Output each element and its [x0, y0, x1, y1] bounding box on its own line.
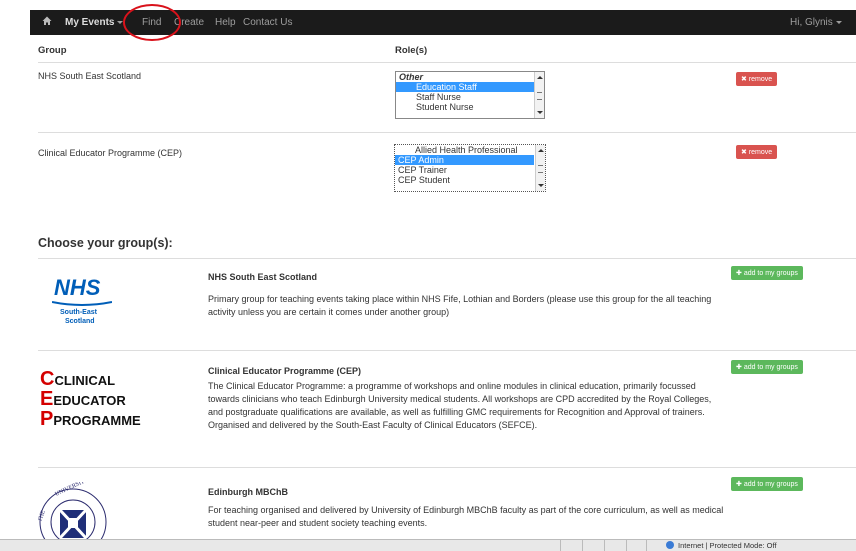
group-description: For teaching organised and delivered by … [208, 505, 724, 528]
globe-icon [666, 541, 674, 549]
svg-text:THE: THE [38, 509, 47, 522]
group-title: NHS South East Scotland [208, 272, 318, 282]
remove-button[interactable]: ✖ remove [736, 72, 778, 86]
group-description: The Clinical Educator Programme: a progr… [208, 381, 712, 430]
remove-label: remove [748, 149, 773, 156]
role-option[interactable]: Student Nurse [396, 102, 544, 112]
my-events-label: My Events [65, 17, 115, 28]
add-to-groups-button[interactable]: ✚ add to my groups [731, 477, 803, 491]
my-events-menu[interactable]: My Events [65, 17, 124, 28]
roles-select[interactable]: Other Education Staff Staff Nurse Studen… [395, 71, 545, 119]
divider [38, 258, 856, 259]
my-group-name: Clinical Educator Programme (CEP) [38, 148, 183, 158]
cep-logo-line2: EEDUCATOR [40, 388, 126, 410]
cep-logo: CCLINICAL EEDUCATOR PPROGRAMME [40, 368, 180, 435]
role-option-group: Other [399, 72, 424, 82]
divider [38, 350, 856, 351]
status-text: Internet | Protected Mode: Off [678, 541, 777, 550]
nhs-logo-sub1: South-East [60, 309, 97, 316]
divider [38, 62, 856, 63]
annotation-circle [123, 4, 181, 41]
roles-select[interactable]: Allied Health Professional CEP Admin CEP… [394, 144, 546, 192]
nhs-logo: NHS South-East Scotland [38, 275, 128, 340]
role-option[interactable]: CEP Student [395, 175, 545, 185]
group-description: Primary group for teaching events taking… [208, 294, 712, 317]
role-option[interactable]: CEP Admin [395, 155, 534, 165]
add-to-groups-button[interactable]: ✚ add to my groups [731, 266, 803, 280]
nav-contact-us[interactable]: Contact Us [243, 17, 292, 28]
add-label: add to my groups [743, 481, 798, 488]
listbox-scrollbar[interactable] [535, 145, 545, 191]
chevron-down-icon [835, 20, 842, 24]
role-option[interactable]: Allied Health Professional [395, 145, 545, 155]
remove-button[interactable]: ✖ remove [736, 145, 778, 159]
cep-logo-line3: PPROGRAMME [40, 408, 141, 430]
add-to-groups-button[interactable]: ✚ add to my groups [731, 360, 803, 374]
nhs-logo-sub2: Scotland [65, 318, 95, 325]
group-title: Clinical Educator Programme (CEP) [208, 366, 362, 376]
my-group-name: NHS South East Scotland [38, 71, 142, 81]
browser-status-bar: Internet | Protected Mode: Off [0, 539, 856, 551]
group-title: Edinburgh MBChB [208, 487, 288, 497]
nhs-logo-text: NHS [54, 275, 101, 300]
role-option[interactable]: Staff Nurse [396, 92, 544, 102]
home-icon[interactable] [42, 16, 52, 26]
divider [38, 132, 856, 133]
add-label: add to my groups [743, 364, 798, 371]
user-greeting: Hi, Glynis [790, 17, 833, 28]
role-option[interactable]: Education Staff [396, 82, 544, 92]
roles-column-header: Role(s) [395, 45, 428, 56]
add-label: add to my groups [743, 270, 798, 277]
cep-logo-line1: CCLINICAL [40, 368, 116, 390]
group-column-header: Group [38, 45, 67, 56]
university-crest-logo: UNIVERSITY THE [38, 482, 108, 544]
divider [38, 467, 856, 468]
listbox-scrollbar[interactable] [534, 72, 544, 118]
nhs-swoosh-icon [52, 301, 112, 306]
user-menu[interactable]: Hi, Glynis [790, 17, 842, 28]
remove-label: remove [748, 76, 773, 83]
nav-help[interactable]: Help [215, 17, 236, 28]
svg-text:UNIVERSITY: UNIVERSITY [54, 482, 90, 498]
role-option[interactable]: CEP Trainer [395, 165, 545, 175]
choose-groups-heading: Choose your group(s): [38, 236, 173, 250]
